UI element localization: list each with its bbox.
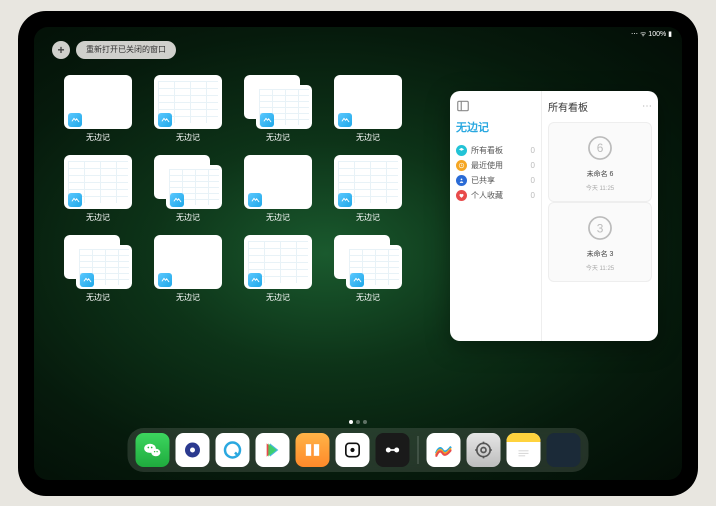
- dice-icon[interactable]: [336, 433, 370, 467]
- board-card[interactable]: 6未命名 6今天 11:25: [548, 122, 652, 202]
- quark-icon[interactable]: [176, 433, 210, 467]
- dumbbell-icon[interactable]: [376, 433, 410, 467]
- freeform-app-icon: [350, 273, 364, 287]
- thumbnail-label: 无边记: [86, 292, 110, 303]
- freeform-icon[interactable]: [427, 433, 461, 467]
- window-thumbnail[interactable]: 无边记: [334, 235, 402, 307]
- books-icon[interactable]: [296, 433, 330, 467]
- settings-icon[interactable]: [467, 433, 501, 467]
- freeform-app-icon: [248, 273, 262, 287]
- sidebar-icon: [456, 99, 470, 113]
- browser-q-icon[interactable]: [216, 433, 250, 467]
- app-library-icon[interactable]: [547, 433, 581, 467]
- heart-icon: [456, 190, 467, 201]
- sidebar-item-clock[interactable]: 最近使用0: [456, 158, 535, 173]
- clock-icon: [456, 160, 467, 171]
- window-thumbnail[interactable]: 无边记: [64, 155, 132, 227]
- window-thumbnail[interactable]: 无边记: [64, 235, 132, 307]
- freeform-app-icon: [338, 193, 352, 207]
- window-thumbnail[interactable]: 无边记: [64, 75, 132, 147]
- window-thumbnail[interactable]: 无边记: [244, 235, 312, 307]
- window-thumbnail[interactable]: 无边记: [334, 155, 402, 227]
- layers-icon: [456, 145, 467, 156]
- share-icon: [456, 175, 467, 186]
- status-right: ⋯ ᯤ 100% ▮: [631, 30, 672, 39]
- window-thumbnail[interactable]: 无边记: [244, 75, 312, 147]
- popover-title: 无边记: [456, 119, 535, 135]
- thumbnail-label: 无边记: [86, 212, 110, 223]
- window-thumbnail[interactable]: 无边记: [154, 235, 222, 307]
- popover-content: 所有看板 ⋯ 6未命名 6今天 11:253未命名 3今天 11:25: [542, 91, 658, 341]
- freeform-app-icon: [338, 113, 352, 127]
- svg-text:6: 6: [597, 141, 604, 155]
- board-sketch: 3: [583, 211, 617, 245]
- status-bar: ⋯ ᯤ 100% ▮: [34, 29, 682, 41]
- freeform-popover: 无边记 所有看板0最近使用0已共享0个人收藏0 所有看板 ⋯ 6未命名 6今天 …: [450, 91, 658, 341]
- thumbnail-label: 无边记: [356, 132, 380, 143]
- dock-separator: [418, 436, 419, 464]
- notes-icon[interactable]: [507, 433, 541, 467]
- freeform-app-icon: [248, 193, 262, 207]
- popover-right-title: 所有看板: [548, 99, 588, 114]
- freeform-app-icon: [158, 273, 172, 287]
- reopen-closed-window-button[interactable]: 重新打开已关闭的窗口: [76, 41, 176, 59]
- wechat-icon[interactable]: [136, 433, 170, 467]
- freeform-app-icon: [260, 113, 274, 127]
- sidebar-item-layers[interactable]: 所有看板0: [456, 143, 535, 158]
- screen: ⋯ ᯤ 100% ▮ + 重新打开已关闭的窗口 无边记无边记无边记无边记无边记无…: [34, 27, 682, 480]
- window-thumbnail[interactable]: 无边记: [334, 75, 402, 147]
- window-thumbnail[interactable]: 无边记: [154, 155, 222, 227]
- dock: [128, 428, 589, 472]
- thumbnail-label: 无边记: [86, 132, 110, 143]
- page-dots[interactable]: [349, 420, 367, 424]
- freeform-app-icon: [68, 193, 82, 207]
- thumbnail-label: 无边记: [176, 132, 200, 143]
- thumbnail-label: 无边记: [176, 212, 200, 223]
- new-window-button[interactable]: +: [52, 41, 70, 59]
- sidebar-item-share[interactable]: 已共享0: [456, 173, 535, 188]
- freeform-app-icon: [68, 113, 82, 127]
- thumbnail-label: 无边记: [266, 132, 290, 143]
- more-icon[interactable]: ⋯: [642, 101, 652, 112]
- svg-text:3: 3: [597, 221, 604, 235]
- thumbnail-label: 无边记: [176, 292, 200, 303]
- board-card[interactable]: 3未命名 3今天 11:25: [548, 202, 652, 282]
- thumbnail-label: 无边记: [266, 212, 290, 223]
- popover-sidebar: 无边记 所有看板0最近使用0已共享0个人收藏0: [450, 91, 542, 341]
- stage-controls: + 重新打开已关闭的窗口: [52, 41, 176, 59]
- thumbnail-label: 无边记: [266, 292, 290, 303]
- ipad-frame: ⋯ ᯤ 100% ▮ + 重新打开已关闭的窗口 无边记无边记无边记无边记无边记无…: [18, 11, 698, 496]
- freeform-app-icon: [80, 273, 94, 287]
- freeform-app-icon: [170, 193, 184, 207]
- window-thumbnail-grid: 无边记无边记无边记无边记无边记无边记无边记无边记无边记无边记无边记无边记: [64, 75, 402, 307]
- window-thumbnail[interactable]: 无边记: [244, 155, 312, 227]
- thumbnail-label: 无边记: [356, 212, 380, 223]
- freeform-app-icon: [158, 113, 172, 127]
- board-sketch: 6: [583, 131, 617, 165]
- sidebar-item-heart[interactable]: 个人收藏0: [456, 188, 535, 203]
- thumbnail-label: 无边记: [356, 292, 380, 303]
- window-thumbnail[interactable]: 无边记: [154, 75, 222, 147]
- play-icon[interactable]: [256, 433, 290, 467]
